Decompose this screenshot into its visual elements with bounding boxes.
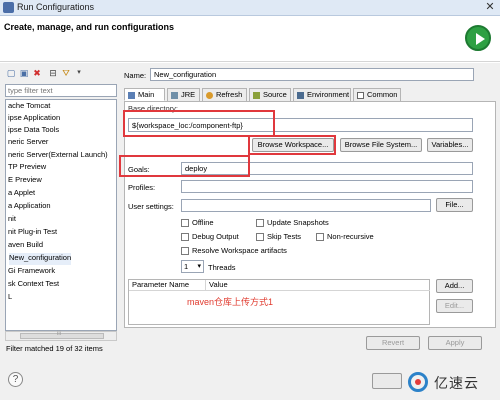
header-title: Create, manage, and run configurations — [4, 22, 175, 32]
non-recursive-label: Non-recursive — [327, 232, 374, 241]
tree-item[interactable]: Gi Framework — [8, 266, 55, 278]
tree-item[interactable]: ipse Application — [8, 113, 60, 125]
tab-refresh[interactable]: Refresh — [202, 88, 247, 101]
threads-select[interactable]: 1 ▾ — [181, 260, 204, 273]
revert-button[interactable]: Revert — [366, 336, 420, 350]
offline-label: Offline — [192, 218, 214, 227]
threads-label: Threads — [208, 263, 236, 272]
scrollbar-thumb[interactable] — [20, 331, 104, 339]
tree-item[interactable]: nit Plug-in Test — [8, 227, 57, 239]
name-input[interactable]: New_configuration — [150, 68, 474, 81]
tree-item[interactable]: nit — [8, 214, 16, 226]
tab-label: Source — [263, 90, 287, 99]
tree-item[interactable]: neric Server(External Launch) — [8, 150, 108, 162]
offline-checkbox[interactable] — [181, 219, 189, 227]
skip-tests-checkbox[interactable] — [256, 233, 264, 241]
tree-horizontal-scrollbar[interactable] — [5, 331, 117, 341]
close-icon[interactable]: ✕ — [483, 1, 497, 14]
tree-item[interactable]: ipse Data Tools — [8, 125, 59, 137]
resolve-workspace-checkbox[interactable] — [181, 247, 189, 255]
config-tabs: Main JRE Refresh Source Environment Comm… — [124, 88, 496, 101]
update-snapshots-checkbox[interactable] — [256, 219, 264, 227]
tree-item[interactable]: E Preview — [8, 175, 42, 187]
chevron-down-icon: ▾ — [197, 263, 201, 270]
filter-icon[interactable]: ⛛ — [61, 68, 71, 78]
table-header-value[interactable]: Value — [206, 280, 430, 291]
collapse-all-icon[interactable]: ⊟ — [48, 68, 58, 78]
resolve-workspace-label: Resolve Workspace artifacts — [192, 246, 287, 255]
filter-input[interactable]: type filter text — [5, 84, 117, 97]
duplicate-icon[interactable]: ▣ — [19, 68, 29, 78]
tab-label: Refresh — [216, 90, 243, 99]
window-title: Run Configurations — [17, 2, 95, 12]
new-config-icon[interactable]: ▢ — [6, 68, 16, 78]
user-settings-input[interactable] — [181, 199, 431, 212]
dropdown-chevron-icon[interactable]: ▾ — [74, 68, 84, 78]
tab-label: Common — [367, 90, 398, 99]
tab-label: Main — [138, 90, 155, 99]
tree-item[interactable]: a Application — [8, 201, 51, 213]
variables-button[interactable]: Variables... — [427, 138, 473, 152]
profiles-label: Profiles: — [128, 183, 156, 192]
logo-mark-icon — [408, 372, 428, 392]
tree-item[interactable]: ache Tomcat — [8, 101, 50, 113]
parameters-table[interactable]: Parameter Name Value — [128, 279, 430, 325]
help-icon[interactable]: ? — [8, 372, 23, 387]
apply-button[interactable]: Apply — [428, 336, 482, 350]
app-icon — [3, 2, 14, 13]
file-button[interactable]: File... — [436, 198, 473, 212]
run-button[interactable] — [372, 373, 402, 389]
user-settings-label: User settings: — [128, 202, 174, 211]
tree-item[interactable]: TP Preview — [8, 162, 46, 174]
threads-value: 1 — [184, 262, 189, 271]
config-tree[interactable]: ache Tomcat ipse Application ipse Data T… — [5, 99, 117, 331]
tab-label: JRE — [181, 90, 196, 99]
tree-item[interactable]: neric Server — [8, 137, 48, 149]
tab-label: Environment — [307, 90, 350, 99]
tab-source[interactable]: Source — [249, 88, 291, 101]
table-header-parameter-name[interactable]: Parameter Name — [129, 280, 206, 291]
tab-environment[interactable]: Environment — [293, 88, 351, 101]
profiles-input[interactable] — [181, 180, 473, 193]
tab-common[interactable]: Common — [353, 88, 401, 101]
highlight-box-browse-workspace — [248, 135, 336, 155]
non-recursive-checkbox[interactable] — [316, 233, 324, 241]
update-snapshots-label: Update Snapshots — [267, 218, 329, 227]
tree-item[interactable]: L — [8, 292, 12, 304]
debug-output-label: Debug Output — [192, 232, 239, 241]
filter-status: Filter matched 19 of 32 items — [6, 344, 103, 353]
highlight-box-base-directory — [123, 110, 275, 137]
tab-main[interactable]: Main — [124, 88, 165, 101]
run-icon — [465, 25, 491, 51]
site-logo: 亿速云 — [408, 370, 496, 394]
edit-button[interactable]: Edit... — [436, 299, 473, 313]
annotation-text: maven仓库上传方式1 — [187, 297, 274, 307]
tree-item-selected[interactable]: New_configuration — [9, 253, 72, 265]
delete-icon[interactable]: ✖ — [32, 68, 42, 78]
name-label: Name: — [124, 71, 147, 80]
tree-item[interactable]: aven Build — [8, 240, 43, 252]
debug-output-checkbox[interactable] — [181, 233, 189, 241]
dialog-header: Create, manage, and run configurations — [0, 16, 500, 62]
add-button[interactable]: Add... — [436, 279, 473, 293]
title-bar: Run Configurations ✕ — [0, 0, 500, 16]
highlight-box-goals — [119, 155, 250, 177]
tree-item[interactable]: sk Context Test — [8, 279, 59, 291]
tab-jre[interactable]: JRE — [167, 88, 200, 101]
logo-text: 亿速云 — [434, 375, 479, 391]
browse-file-system-button[interactable]: Browse File System... — [340, 138, 422, 152]
skip-tests-label: Skip Tests — [267, 232, 302, 241]
tree-item[interactable]: a Applet — [8, 188, 35, 200]
